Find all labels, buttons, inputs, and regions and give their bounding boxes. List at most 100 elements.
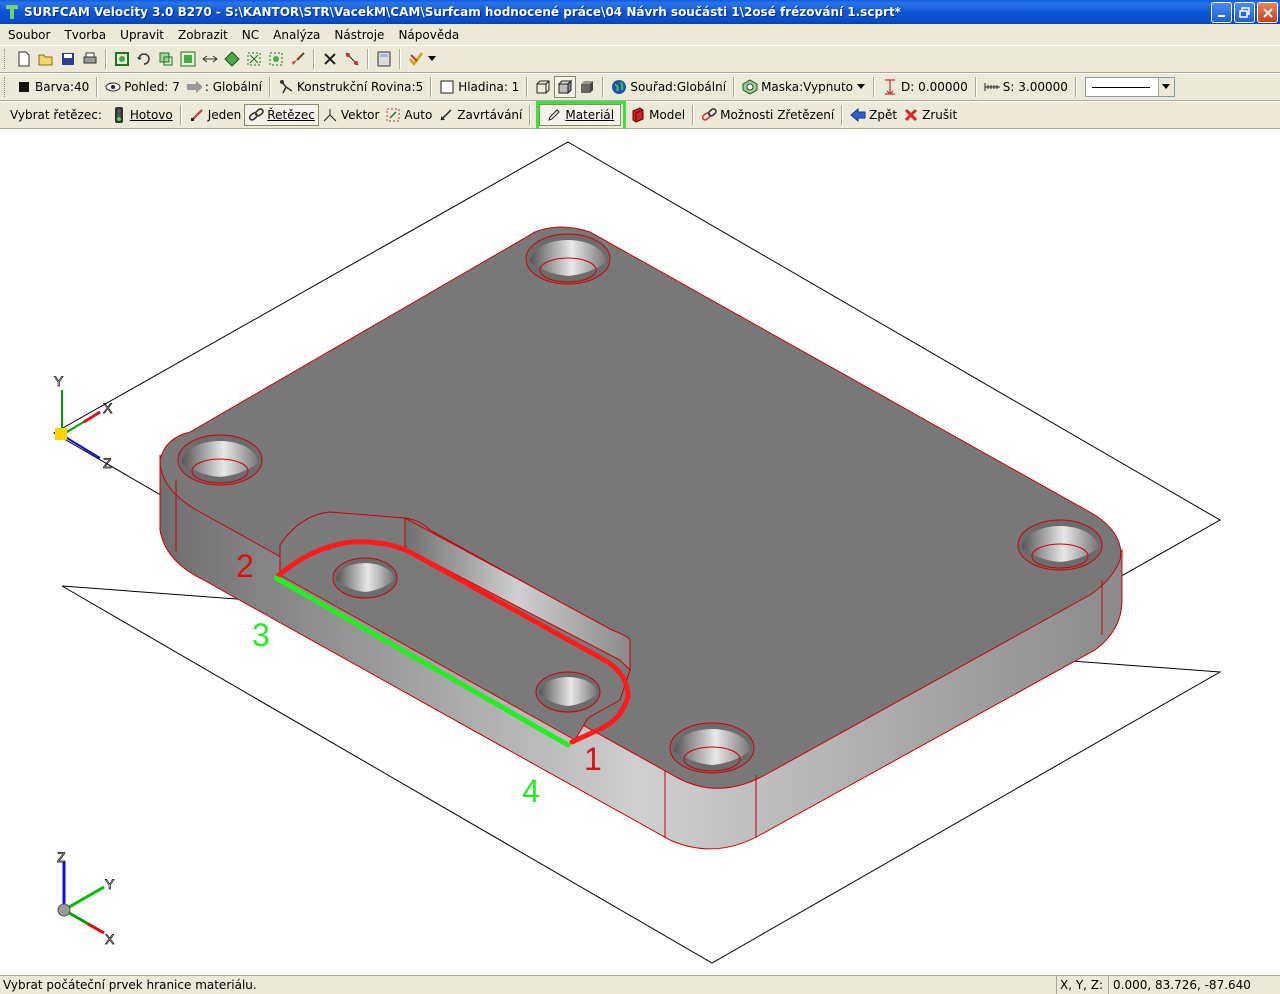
toolbar-separator: [430, 77, 433, 97]
minimize-button[interactable]: [1211, 2, 1232, 23]
traffic-light-icon: [111, 107, 127, 123]
material-button[interactable]: Materiál: [539, 104, 622, 126]
chevron-down-icon: [1157, 78, 1174, 96]
mask-button[interactable]: Maska:Vypnuto: [739, 76, 869, 98]
hole-slot-upper: [332, 557, 398, 599]
toolbar-separator: [526, 77, 529, 97]
pencil-icon: [546, 107, 562, 123]
redraw-icon[interactable]: [265, 48, 287, 70]
shaded-cube-icon[interactable]: [554, 76, 577, 98]
toolbar-separator: [1074, 77, 1077, 97]
menu-soubor[interactable]: Soubor: [1, 28, 57, 42]
print-icon[interactable]: [79, 48, 101, 70]
chain-options-icon: [701, 107, 717, 123]
toolbar-grip: [4, 49, 7, 69]
status-bar: Vybrat počáteční prvek hranice materiálu…: [0, 975, 1280, 994]
open-folder-icon[interactable]: [35, 48, 57, 70]
part-body: [159, 226, 1123, 850]
toolbar-separator: [529, 105, 532, 125]
toolbar-separator: [692, 105, 695, 125]
zoom-window-icon[interactable]: [155, 48, 177, 70]
toolbar-separator: [268, 77, 271, 97]
chain-selection-toolbar: Vybrat řetězec: Hotovo Jeden Řetězec Vek…: [0, 101, 1280, 129]
model-label: Model: [649, 108, 686, 122]
coords-label: X, Y, Z:: [1056, 976, 1108, 994]
color-button[interactable]: Barva:40: [13, 76, 92, 98]
auto-select-icon: [385, 107, 401, 123]
menu-upravit[interactable]: Upravit: [113, 28, 171, 42]
brush-icon[interactable]: [287, 48, 309, 70]
red-x-icon: [903, 107, 919, 123]
single-button[interactable]: Jeden: [186, 104, 245, 126]
hole-left: [177, 434, 263, 486]
zoom-in-icon[interactable]: [243, 48, 265, 70]
bottom-axis-z-label: Z: [57, 849, 66, 865]
eye-icon: [105, 79, 121, 95]
chain-options-button[interactable]: Možnosti Zřetězení: [698, 104, 837, 126]
checkmark-tool-icon[interactable]: [405, 48, 427, 70]
menu-zobrazit[interactable]: Zobrazit: [171, 28, 235, 42]
construction-plane-icon: [278, 79, 294, 95]
coords-value: 0.000, 83.726, -87.640: [1108, 976, 1280, 994]
menu-nastroje[interactable]: Nástroje: [327, 28, 391, 42]
view-button[interactable]: Pohled: 7: [102, 76, 183, 98]
pan-icon[interactable]: [199, 48, 221, 70]
chain-select-label: Vybrat řetězec:: [10, 108, 102, 122]
menu-napoveda[interactable]: Nápověda: [391, 28, 466, 42]
globe-icon: [611, 79, 627, 95]
close-window-button[interactable]: [1257, 2, 1278, 23]
layer-button[interactable]: Hladina: 1: [436, 76, 522, 98]
dropdown-arrow-icon[interactable]: [427, 48, 437, 70]
center-view-icon[interactable]: [221, 48, 243, 70]
done-button[interactable]: Hotovo: [108, 104, 176, 126]
back-button[interactable]: Zpět: [847, 104, 900, 126]
bottom-axis-y-label: Y: [105, 876, 115, 892]
menu-nc[interactable]: NC: [235, 28, 266, 42]
zoom-fit-icon[interactable]: [111, 48, 133, 70]
vector-button[interactable]: Vektor: [319, 104, 383, 126]
new-file-icon[interactable]: [13, 48, 35, 70]
line-style-select[interactable]: [1084, 77, 1175, 97]
toolbar-separator: [313, 49, 315, 69]
top-axis-triad: Y X Z: [54, 373, 114, 472]
status-message: Vybrat počáteční prvek hranice materiálu…: [3, 978, 257, 992]
hole-right: [1017, 519, 1103, 571]
auto-button[interactable]: Auto: [382, 104, 435, 126]
save-icon[interactable]: [57, 48, 79, 70]
auto-label: Auto: [404, 108, 433, 122]
bottom-axis-triad: Z Y X: [57, 849, 116, 948]
graphics-viewport[interactable]: 1 2 3 4 Y X Z Z Y X: [0, 129, 1280, 975]
coordinate-system-button[interactable]: Souřad:Globální: [608, 76, 729, 98]
zoom-out-icon[interactable]: [177, 48, 199, 70]
solid-cube-icon[interactable]: [576, 76, 598, 98]
hole-top: [525, 233, 611, 285]
construction-plane-button[interactable]: Konstrukční Rovina:5: [275, 76, 426, 98]
trim-icon[interactable]: [341, 48, 363, 70]
standard-toolbar: [0, 45, 1280, 73]
single-element-icon: [189, 107, 205, 123]
step-label: S: 3.00000: [1002, 80, 1068, 94]
wireframe-cube-icon[interactable]: [532, 76, 554, 98]
menu-tvorba[interactable]: Tvorba: [57, 28, 113, 42]
layer-label: Hladina: 1: [458, 80, 520, 94]
closing-button[interactable]: Zavrtávání: [435, 104, 525, 126]
rotate-view-icon[interactable]: [133, 48, 155, 70]
step-button[interactable]: S: 3.00000: [981, 76, 1071, 98]
restore-button[interactable]: [1234, 2, 1255, 23]
depth-button[interactable]: D: 0.00000: [879, 76, 971, 98]
hole-slot-lower: [535, 671, 601, 713]
chain-button[interactable]: Řetězec: [244, 104, 319, 126]
toolbar-separator: [974, 77, 977, 97]
material-label: Materiál: [565, 108, 615, 122]
done-label: Hotovo: [129, 108, 173, 122]
toolbar-separator: [733, 77, 736, 97]
model-button[interactable]: Model: [627, 104, 688, 126]
cancel-label: Zrušit: [922, 108, 958, 122]
menu-analyza[interactable]: Analýza: [266, 28, 327, 42]
calculator-icon[interactable]: [373, 48, 395, 70]
global-view-button[interactable]: : Globální: [183, 76, 265, 98]
cancel-button[interactable]: Zrušit: [900, 104, 960, 126]
hole-bottom: [669, 722, 755, 774]
delete-icon[interactable]: [319, 48, 341, 70]
vector-icon: [322, 107, 338, 123]
